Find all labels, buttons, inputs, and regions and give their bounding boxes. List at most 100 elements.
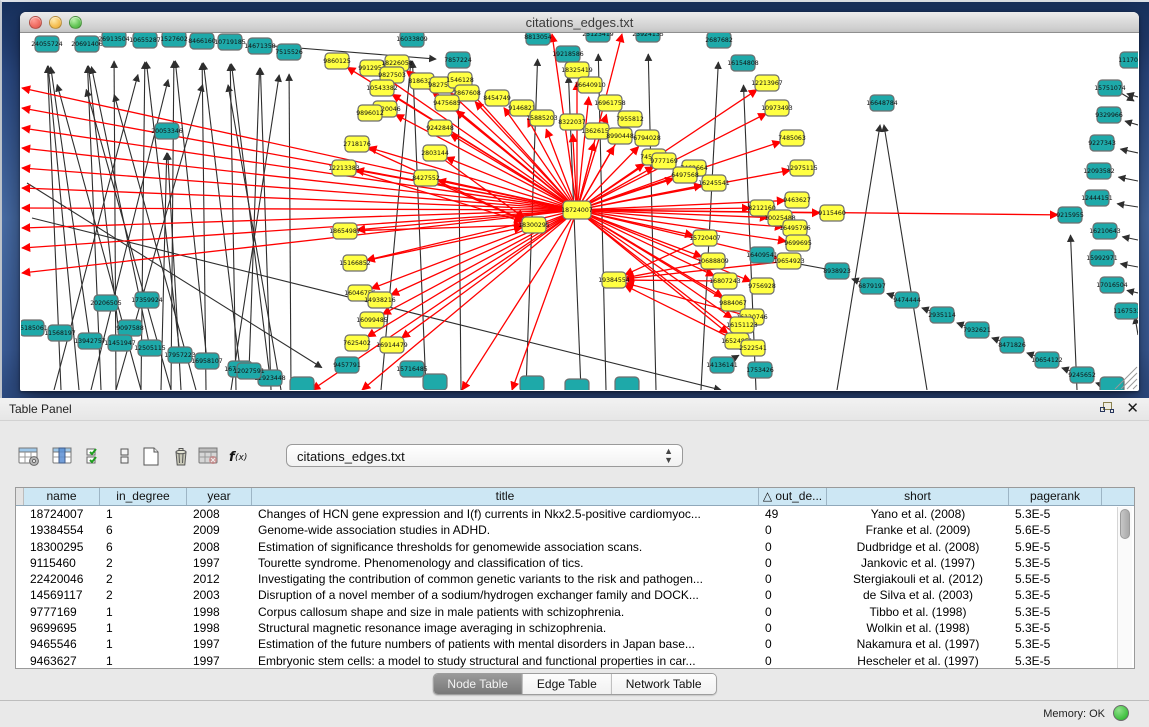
table-row[interactable]: 977716911998Corpus callosum shape and si… bbox=[16, 604, 1134, 620]
graph-node[interactable]: 10655287 bbox=[129, 33, 161, 48]
graph-node[interactable]: 24055724 bbox=[31, 36, 63, 52]
graph-node[interactable] bbox=[565, 379, 589, 390]
graph-node[interactable]: 2803144 bbox=[421, 145, 449, 161]
graph-edge[interactable] bbox=[625, 285, 737, 341]
graph-node[interactable]: 15992971 bbox=[1086, 250, 1118, 266]
table-row[interactable]: 911546021997Tourette syndrome. Phenomeno… bbox=[16, 555, 1134, 571]
graph-node[interactable]: 25123419 bbox=[582, 33, 614, 42]
graph-node[interactable]: 9699695 bbox=[784, 235, 812, 251]
graph-node[interactable]: 2935114 bbox=[928, 307, 956, 323]
graph-node[interactable]: 16099485 bbox=[356, 312, 388, 328]
graph-node[interactable]: 19384554 bbox=[598, 272, 630, 288]
graph-node[interactable]: 14671358 bbox=[244, 38, 276, 54]
graph-node[interactable]: 9756928 bbox=[748, 278, 776, 294]
graph-node[interactable]: 18300295 bbox=[518, 217, 550, 233]
graph-node[interactable]: 15751074 bbox=[1094, 80, 1126, 96]
vertical-scrollbar[interactable] bbox=[1117, 507, 1132, 668]
citation-network-graph[interactable]: 2405572420691406269135041065528715276028… bbox=[21, 33, 1138, 390]
graph-node[interactable]: 18654987 bbox=[329, 223, 361, 239]
graph-node[interactable]: 15720407 bbox=[689, 230, 721, 246]
graph-node[interactable]: 1167533 bbox=[1113, 303, 1138, 319]
graph-edge[interactable] bbox=[1120, 264, 1138, 267]
close-panel-icon[interactable]: ✕ bbox=[1126, 401, 1139, 416]
column-header-in_degree[interactable]: in_degree bbox=[100, 488, 187, 505]
graph-edge[interactable] bbox=[1119, 177, 1139, 181]
column-header-short[interactable]: short bbox=[827, 488, 1009, 505]
column-header-name[interactable]: name bbox=[24, 488, 100, 505]
graph-node[interactable]: 16033809 bbox=[396, 33, 428, 47]
graph-node[interactable]: 6794028 bbox=[633, 130, 661, 146]
graph-edge[interactable] bbox=[412, 61, 426, 390]
graph-node[interactable]: 16151123 bbox=[726, 317, 758, 333]
graph-edge[interactable] bbox=[837, 125, 880, 390]
graph-node[interactable] bbox=[290, 377, 314, 390]
float-panel-icon[interactable] bbox=[1100, 402, 1114, 415]
graph-node[interactable]: 7955812 bbox=[616, 111, 644, 127]
graph-node[interactable]: 9860125 bbox=[323, 53, 351, 69]
graph-node[interactable]: 9227343 bbox=[1088, 135, 1116, 151]
graph-node[interactable]: 26913504 bbox=[98, 33, 130, 47]
graph-edge[interactable] bbox=[701, 62, 718, 390]
graph-edge[interactable] bbox=[1120, 149, 1138, 153]
graph-node[interactable]: 9097588 bbox=[116, 320, 144, 336]
table-row[interactable]: 2242004622012Investigating the contribut… bbox=[16, 571, 1134, 587]
graph-edge[interactable] bbox=[402, 210, 577, 338]
graph-node[interactable]: 9457791 bbox=[333, 357, 361, 373]
graph-node[interactable]: 15166852 bbox=[339, 255, 371, 271]
graph-node[interactable]: 12975115 bbox=[786, 160, 818, 176]
graph-node[interactable]: 10688809 bbox=[697, 253, 729, 269]
graph-node[interactable] bbox=[423, 374, 447, 390]
graph-node[interactable]: 7857224 bbox=[444, 52, 472, 68]
graph-node[interactable]: 9474444 bbox=[893, 292, 921, 308]
graph-node[interactable]: 16640910 bbox=[574, 77, 606, 93]
graph-node[interactable]: 9215955 bbox=[1056, 207, 1084, 223]
graph-node[interactable]: 8427552 bbox=[412, 170, 440, 186]
graph-node[interactable]: 9777169 bbox=[650, 153, 678, 169]
graph-node[interactable]: 8454749 bbox=[483, 90, 511, 106]
graph-node[interactable]: 11451947 bbox=[104, 335, 136, 351]
network-window[interactable]: citations_edges.txt 24055724206914062691… bbox=[20, 12, 1139, 391]
graph-edge[interactable] bbox=[228, 85, 281, 390]
column-header-out_de[interactable]: △ out_de... bbox=[759, 488, 827, 505]
graph-edge[interactable] bbox=[1127, 94, 1138, 97]
graph-node[interactable]: 6879197 bbox=[858, 278, 886, 294]
graph-node[interactable]: 1527602 bbox=[160, 33, 188, 47]
graph-node[interactable]: 16210643 bbox=[1089, 223, 1121, 239]
graph-node[interactable] bbox=[615, 377, 639, 390]
graph-node[interactable]: 1753426 bbox=[746, 362, 774, 378]
graph-node[interactable]: 18724007 bbox=[561, 201, 593, 219]
graph-node[interactable]: 16245541 bbox=[698, 175, 730, 191]
tab-network-table[interactable]: Network Table bbox=[612, 674, 716, 694]
column-header-title[interactable]: title bbox=[252, 488, 759, 505]
table-row[interactable]: 1938455462009Genome-wide association stu… bbox=[16, 522, 1134, 538]
graph-node[interactable]: 2522541 bbox=[739, 340, 767, 356]
table-row[interactable]: 1872400712008Changes of HCN gene express… bbox=[16, 506, 1134, 522]
graph-node[interactable]: 19654923 bbox=[773, 253, 805, 269]
graph-node[interactable]: 20206505 bbox=[90, 295, 122, 311]
graph-node[interactable]: 10973493 bbox=[761, 100, 793, 116]
graph-edge[interactable] bbox=[202, 63, 206, 390]
graph-node[interactable]: 9245652 bbox=[1068, 367, 1096, 383]
function-builder-icon[interactable]: f(x) bbox=[226, 442, 252, 470]
graph-node[interactable] bbox=[520, 376, 544, 390]
graph-node[interactable]: 10543382 bbox=[366, 80, 398, 96]
graph-node[interactable]: 8471826 bbox=[998, 337, 1026, 353]
graph-node[interactable]: 12505115 bbox=[134, 340, 166, 356]
graph-edge[interactable] bbox=[1127, 290, 1138, 293]
graph-edge[interactable] bbox=[289, 74, 291, 390]
graph-node[interactable]: 9115460 bbox=[818, 205, 846, 221]
graph-node[interactable]: 14136141 bbox=[706, 357, 738, 373]
graph-node[interactable]: 2718176 bbox=[343, 136, 371, 152]
new-table-icon[interactable] bbox=[138, 442, 164, 470]
graph-node[interactable]: 16958107 bbox=[191, 353, 223, 369]
network-canvas[interactable]: 2405572420691406269135041065528715276028… bbox=[21, 33, 1138, 390]
graph-node[interactable]: 9329966 bbox=[1095, 107, 1123, 123]
graph-node[interactable]: 16154808 bbox=[727, 55, 759, 71]
graph-node[interactable]: 9242848 bbox=[426, 120, 454, 136]
graph-node[interactable]: 13942757 bbox=[74, 333, 106, 349]
column-header-year[interactable]: year bbox=[187, 488, 252, 505]
graph-node[interactable]: 7515526 bbox=[275, 44, 303, 60]
graph-edge[interactable] bbox=[884, 125, 927, 390]
graph-node[interactable]: 10719185 bbox=[214, 34, 246, 50]
graph-node[interactable]: 18325419 bbox=[561, 62, 593, 78]
